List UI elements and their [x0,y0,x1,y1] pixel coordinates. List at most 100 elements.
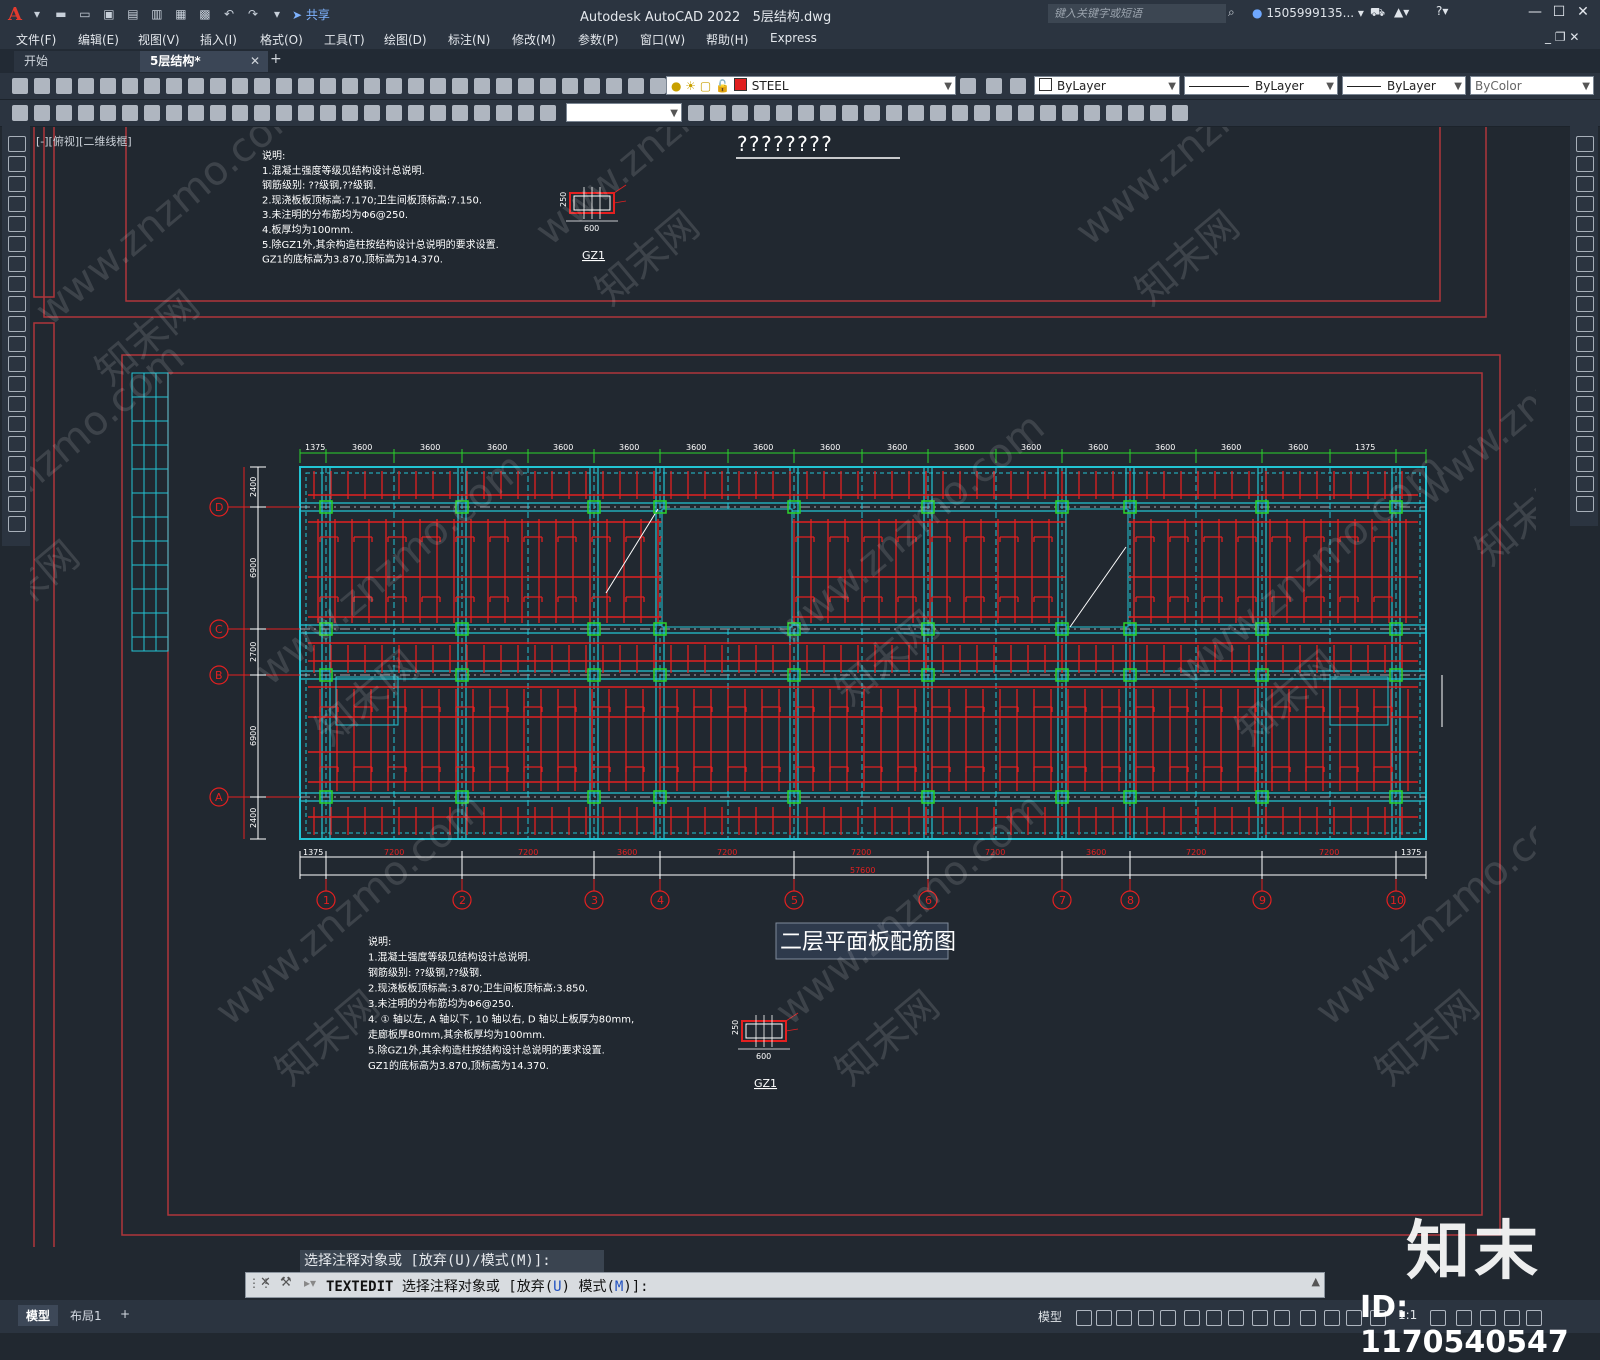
modify-tool-icon[interactable] [518,105,534,121]
standard-tool-icon[interactable] [496,78,512,94]
modify-tool-icon[interactable] [1576,216,1594,232]
command-option-u[interactable]: U [553,1279,561,1295]
plot-icon[interactable]: ▦ [172,6,190,22]
quick-access-dropdown-icon[interactable]: ▾ [268,6,286,22]
color-dropdown[interactable]: ByLayer ▼ [1034,76,1180,95]
modify-tool-icon[interactable] [1106,105,1122,121]
draw-tool-icon[interactable] [8,336,26,352]
draw-tool-icon[interactable] [8,176,26,192]
tab-start[interactable]: 开始 [14,51,144,72]
status-toggle-icon[interactable] [1252,1310,1268,1326]
modify-tool-icon[interactable] [842,105,858,121]
close-tab-icon[interactable]: ✕ [250,51,260,72]
layer-dropdown[interactable]: ● ☀ ▢ 🔓 STEEL ▼ [666,76,956,95]
modify-tool-icon[interactable] [1018,105,1034,121]
tab-layout1[interactable]: 布局1 [62,1305,110,1326]
modify-tool-icon[interactable] [232,105,248,121]
standard-tool-icon[interactable] [188,78,204,94]
standard-tool-icon[interactable] [122,78,138,94]
modify-tool-icon[interactable] [732,105,748,121]
modify-tool-icon[interactable] [78,105,94,121]
standard-tool-icon[interactable] [650,78,666,94]
modify-tool-icon[interactable] [386,105,402,121]
redo-icon[interactable]: ↷ [244,6,262,22]
modify-tool-icon[interactable] [496,105,512,121]
standard-tool-icon[interactable] [254,78,270,94]
modify-tool-icon[interactable] [540,105,556,121]
menu-format[interactable]: 格式(O) [260,31,303,48]
modify-tool-icon[interactable] [1576,436,1594,452]
standard-tool-icon[interactable] [452,78,468,94]
dimstyle-dropdown[interactable]: ▼ [566,103,682,122]
status-toggle-icon[interactable] [1324,1310,1340,1326]
status-toggle-icon[interactable] [1076,1310,1092,1326]
modify-tool-icon[interactable] [188,105,204,121]
modify-tool-icon[interactable] [56,105,72,121]
app-menu-chevron-icon[interactable]: ▾ [28,6,46,22]
draw-tool-icon[interactable] [8,316,26,332]
standard-tool-icon[interactable] [364,78,380,94]
drawing-canvas[interactable]: ???????? 说明: 1.混凝土强度等级见结构设计总说明. 钢筋级别: ??级… [30,127,1536,1247]
menu-modify[interactable]: 修改(M) [512,31,556,48]
modify-tool-icon[interactable] [34,105,50,121]
menu-edit[interactable]: 编辑(E) [78,31,119,48]
modify-tool-icon[interactable] [452,105,468,121]
standard-tool-icon[interactable] [430,78,446,94]
command-scroll-icon[interactable]: ▲ [1312,1275,1320,1288]
modify-tool-icon[interactable] [430,105,446,121]
autodesk-app-icon[interactable]: ▲▾ [1394,5,1409,19]
modify-tool-icon[interactable] [776,105,792,121]
modify-tool-icon[interactable] [1576,316,1594,332]
standard-tool-icon[interactable] [298,78,314,94]
menu-tools[interactable]: 工具(T) [324,31,365,48]
modify-tool-icon[interactable] [1084,105,1100,121]
minimize-button[interactable]: — [1524,4,1546,20]
model-space-toggle[interactable]: 模型 [1038,1308,1062,1325]
modify-tool-icon[interactable] [1576,396,1594,412]
draw-tool-icon[interactable] [8,136,26,152]
tab-drawing[interactable]: 5层结构* ✕ [140,51,268,72]
modify-tool-icon[interactable] [166,105,182,121]
cart-icon[interactable]: ⛟ [1370,5,1385,21]
modify-tool-icon[interactable] [798,105,814,121]
modify-tool-icon[interactable] [952,105,968,121]
menu-view[interactable]: 视图(V) [138,31,180,48]
status-toggle-icon[interactable] [1184,1310,1200,1326]
close-command-icon[interactable]: ✕ [260,1275,271,1290]
standard-tool-icon[interactable] [166,78,182,94]
status-toggle-icon[interactable] [1300,1310,1316,1326]
status-toggle-icon[interactable] [1274,1310,1290,1326]
status-toggle-icon[interactable] [1116,1310,1132,1326]
modify-tool-icon[interactable] [298,105,314,121]
standard-tool-icon[interactable] [562,78,578,94]
draw-tool-icon[interactable] [8,416,26,432]
standard-tool-icon[interactable] [144,78,160,94]
draw-tool-icon[interactable] [8,296,26,312]
modify-tool-icon[interactable] [996,105,1012,121]
undo-icon[interactable]: ↶ [220,6,238,22]
app-menu-button[interactable]: A [8,4,22,25]
save-as-icon[interactable]: ▤ [124,6,142,22]
menu-parametric[interactable]: 参数(P) [578,31,619,48]
draw-tool-icon[interactable] [8,196,26,212]
standard-tool-icon[interactable] [276,78,292,94]
menu-draw[interactable]: 绘图(D) [384,31,427,48]
modify-tool-icon[interactable] [930,105,946,121]
standard-tool-icon[interactable] [386,78,402,94]
standard-tool-icon[interactable] [210,78,226,94]
modify-tool-icon[interactable] [1576,476,1594,492]
viewport-controls[interactable]: [-][俯视][二维线框] [36,133,132,149]
search-input[interactable]: 键入关键字或短语 [1048,4,1226,23]
draw-tool-icon[interactable] [8,236,26,252]
modify-tool-icon[interactable] [754,105,770,121]
modify-tool-icon[interactable] [1576,276,1594,292]
modify-tool-icon[interactable] [122,105,138,121]
search-icon[interactable]: ⌕ [1228,5,1235,20]
draw-tool-icon[interactable] [8,436,26,452]
standard-tool-icon[interactable] [34,78,50,94]
draw-tool-icon[interactable] [8,276,26,292]
draw-tool-icon[interactable] [8,256,26,272]
draw-tool-icon[interactable] [8,216,26,232]
modify-tool-icon[interactable] [1576,296,1594,312]
standard-tool-icon[interactable] [78,78,94,94]
